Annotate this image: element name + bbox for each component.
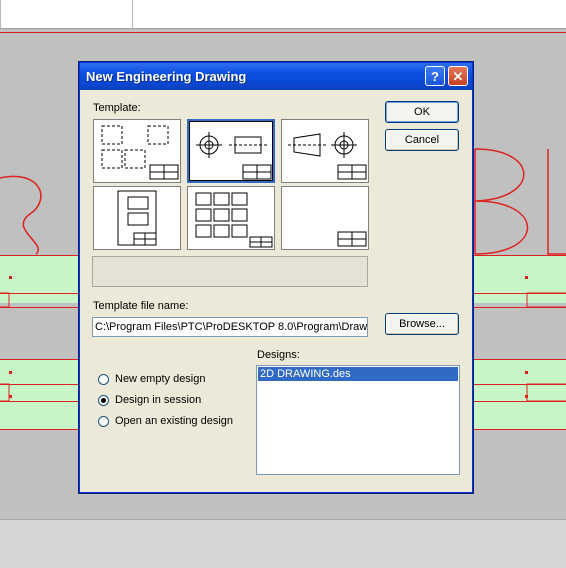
dialog-title: New Engineering Drawing	[86, 69, 247, 84]
template-description-area	[92, 256, 368, 287]
template-layout-portrait[interactable]	[93, 186, 181, 250]
side-front-view-icon	[288, 132, 367, 180]
close-icon[interactable]: ✕	[448, 66, 468, 86]
browse-button[interactable]: Browse...	[385, 313, 459, 335]
template-layout-blank[interactable]	[281, 186, 369, 250]
template-label: Template:	[93, 102, 141, 114]
radio-button[interactable]	[98, 395, 109, 406]
toolbar-separator	[132, 0, 133, 28]
radio-button[interactable]	[98, 416, 109, 427]
dialog-titlebar[interactable]: New Engineering Drawing ? ✕	[80, 63, 472, 90]
toolbar-separator	[0, 0, 1, 28]
designs-label: Designs:	[257, 349, 300, 361]
option-label: New empty design	[115, 373, 206, 385]
app-toolbar	[0, 0, 566, 29]
portrait-icon	[117, 190, 157, 246]
four-views-icon	[101, 125, 179, 180]
option-label: Open an existing design	[115, 415, 234, 427]
template-file-field[interactable]: C:\Program Files\PTC\ProDESKTOP 8.0\Prog…	[92, 317, 368, 337]
ok-button[interactable]: OK	[385, 101, 459, 123]
list-item[interactable]: 2D DRAWING.des	[258, 367, 458, 381]
option-label: Design in session	[115, 394, 202, 406]
status-area	[0, 519, 566, 568]
template-file-label: Template file name:	[93, 300, 189, 312]
blank-sheet-icon	[337, 231, 367, 247]
new-engineering-drawing-dialog: New Engineering Drawing ? ✕ Template: Te…	[79, 62, 473, 493]
grid-icon	[195, 192, 273, 248]
cancel-button[interactable]: Cancel	[385, 129, 459, 151]
template-layout-front-side-view[interactable]	[187, 119, 275, 183]
designs-list[interactable]: 2D DRAWING.des	[256, 365, 460, 475]
front-side-view-icon	[196, 132, 272, 180]
template-layout-side-front-view[interactable]	[281, 119, 369, 183]
question-icon[interactable]: ?	[425, 66, 445, 86]
template-layout-grid[interactable]	[187, 186, 275, 250]
radio-button[interactable]	[98, 374, 109, 385]
template-layout-four-views[interactable]	[93, 119, 181, 183]
